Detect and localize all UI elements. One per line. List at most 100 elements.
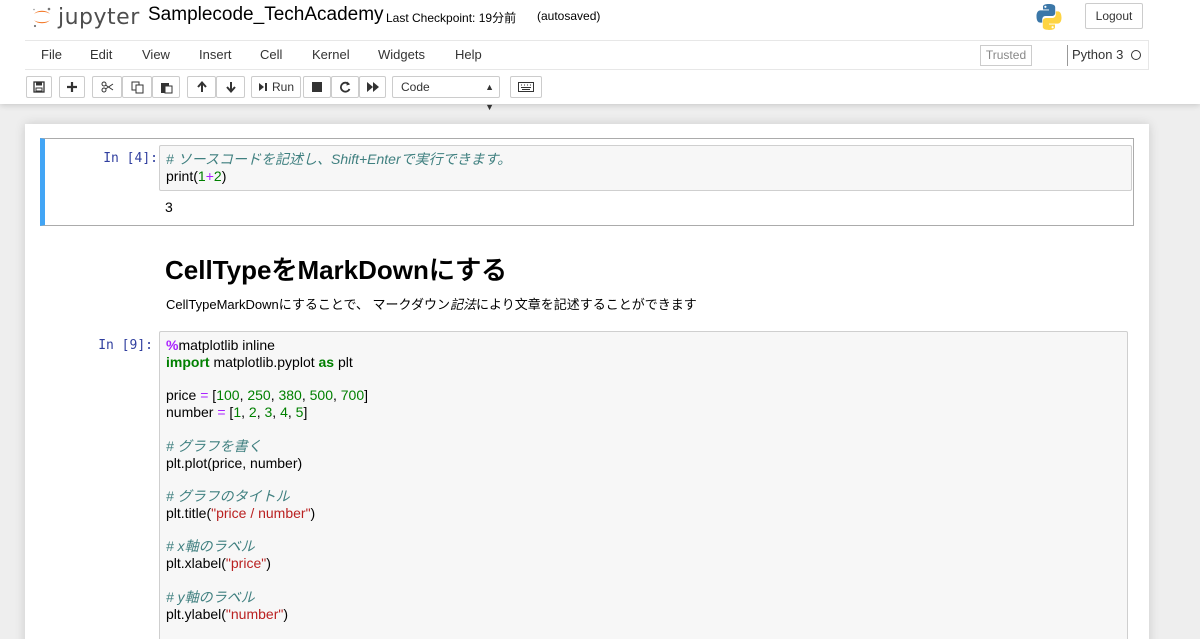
cell-type-value: Code bbox=[401, 80, 430, 94]
code-line: plt.ylabel("number") bbox=[166, 606, 288, 623]
code-token: plt.xlabel( bbox=[166, 555, 226, 571]
menu-insert[interactable]: Insert bbox=[199, 47, 232, 62]
code-comment: # x軸のラベル bbox=[166, 538, 255, 554]
code-keyword: as bbox=[318, 354, 335, 370]
menu-widgets[interactable]: Widgets bbox=[378, 47, 425, 62]
command-palette-button[interactable] bbox=[510, 76, 542, 98]
header: jupyter Samplecode_TechAcademy Last Chec… bbox=[0, 0, 1200, 112]
code-string: "price / number" bbox=[211, 505, 311, 521]
jupyter-logo[interactable]: jupyter bbox=[30, 4, 140, 30]
autosave-status: (autosaved) bbox=[537, 9, 601, 23]
code-token: price bbox=[166, 387, 201, 403]
toolbar: Run Code ▲ ▼ bbox=[0, 74, 1200, 112]
move-down-button[interactable] bbox=[216, 76, 245, 98]
code-cell-selected[interactable]: In [4]: # ソースコードを記述し、Shift+Enterで実行できます。… bbox=[40, 138, 1134, 226]
code-string: "price" bbox=[225, 555, 267, 571]
markdown-heading: CellTypeをMarkDownにする bbox=[165, 255, 508, 285]
menubar: File Edit View Insert Cell Kernel Widget… bbox=[25, 40, 1149, 70]
code-token: ) bbox=[283, 606, 289, 622]
code-number: 3 bbox=[264, 404, 273, 420]
copy-button[interactable] bbox=[122, 76, 152, 98]
code-comment: # グラフを書く bbox=[166, 438, 262, 454]
code-token: plt bbox=[334, 354, 353, 370]
notebook-container: In [4]: # ソースコードを記述し、Shift+Enterで実行できます。… bbox=[25, 124, 1149, 639]
code-line: %matplotlib inline bbox=[166, 337, 275, 354]
insert-cell-button[interactable] bbox=[59, 76, 85, 98]
code-line: # ソースコードを記述し、Shift+Enterで実行できます。 bbox=[166, 151, 511, 168]
input-prompt: In [9]: bbox=[98, 338, 153, 353]
menu-file[interactable]: File bbox=[41, 47, 62, 62]
plus-icon bbox=[67, 82, 77, 92]
arrow-up-icon bbox=[196, 81, 207, 92]
paste-button[interactable] bbox=[152, 76, 180, 98]
code-line: # y軸のラベル bbox=[166, 589, 255, 606]
run-icon bbox=[258, 83, 267, 91]
restart-run-all-button[interactable] bbox=[359, 76, 386, 98]
menu-edit[interactable]: Edit bbox=[90, 47, 112, 62]
code-line: number = [1, 2, 3, 4, 5] bbox=[166, 404, 308, 420]
code-keyword: import bbox=[166, 354, 210, 370]
interrupt-button[interactable] bbox=[303, 76, 331, 98]
code-number: 500 bbox=[309, 387, 333, 403]
code-comment: # y軸のラベル bbox=[166, 589, 255, 605]
select-caret-icon: ▲ ▼ bbox=[485, 82, 494, 112]
code-number: 250 bbox=[247, 387, 271, 403]
cell-type-select[interactable]: Code ▲ ▼ bbox=[392, 76, 500, 112]
checkpoint-status: Last Checkpoint: 19分前 bbox=[386, 11, 517, 25]
code-comment: # グラフのタイトル bbox=[166, 488, 290, 504]
code-token: plt.plot(price, number) bbox=[166, 455, 303, 471]
menu-view[interactable]: View bbox=[142, 47, 170, 62]
code-line: plt.xlabel("price") bbox=[166, 555, 271, 572]
menu-help[interactable]: Help bbox=[455, 47, 482, 62]
save-button[interactable] bbox=[26, 76, 52, 98]
code-line: # グラフを書く bbox=[166, 438, 262, 455]
python-logo-icon bbox=[1034, 2, 1064, 32]
input-prompt: In [4]: bbox=[103, 151, 158, 166]
code-token: ) bbox=[221, 168, 227, 184]
markdown-paragraph: CellTypeMarkDownにすることで、 マークダウン記法により文章を記述… bbox=[166, 294, 697, 313]
code-input-area[interactable]: %matplotlib inline import matplotlib.pyp… bbox=[159, 331, 1128, 639]
code-line: price = [100, 250, 380, 500, 700] bbox=[166, 387, 369, 403]
code-token: ] bbox=[364, 387, 369, 403]
restart-button[interactable] bbox=[331, 76, 359, 98]
code-line: # x軸のラベル bbox=[166, 538, 255, 555]
trusted-indicator[interactable]: Trusted bbox=[980, 45, 1032, 66]
cell-output: 3 bbox=[165, 199, 173, 215]
keyboard-icon bbox=[518, 82, 534, 92]
code-line: import matplotlib.pyplot as plt bbox=[166, 354, 353, 371]
arrow-down-icon bbox=[225, 82, 236, 93]
menu-kernel[interactable]: Kernel bbox=[312, 47, 350, 62]
code-number: 1 bbox=[197, 168, 206, 184]
run-button[interactable]: Run bbox=[251, 76, 301, 98]
kernel-name[interactable]: Python 3 bbox=[1072, 47, 1123, 62]
code-operator: + bbox=[205, 168, 214, 184]
markdown-text: により文章を記述することができます bbox=[476, 297, 697, 312]
code-token: ] bbox=[303, 404, 308, 420]
notebook-name[interactable]: Samplecode_TechAcademy bbox=[148, 4, 384, 26]
fast-forward-icon bbox=[366, 82, 379, 92]
stop-icon bbox=[312, 82, 322, 92]
code-input-area[interactable]: # ソースコードを記述し、Shift+Enterで実行できます。 print(1… bbox=[159, 145, 1132, 191]
cut-button[interactable] bbox=[92, 76, 122, 98]
jupyter-logo-icon bbox=[33, 7, 51, 28]
code-token: matplotlib.pyplot bbox=[209, 354, 319, 370]
code-comment: # ソースコードを記述し、Shift+Enterで実行できます。 bbox=[166, 151, 512, 167]
code-number: 2 bbox=[248, 404, 257, 420]
menu-cell[interactable]: Cell bbox=[260, 47, 282, 62]
cut-icon bbox=[101, 81, 113, 93]
code-token: plt.title( bbox=[166, 505, 212, 521]
code-line: plt.plot(price, number) bbox=[166, 455, 302, 472]
code-magic: % bbox=[166, 337, 179, 353]
code-token: matplotlib inline bbox=[178, 337, 275, 353]
logo-text: jupyter bbox=[58, 4, 140, 30]
code-line: print(1+2) bbox=[166, 168, 226, 185]
code-token: print( bbox=[166, 168, 198, 184]
run-label: Run bbox=[271, 80, 294, 94]
code-number: 2 bbox=[213, 168, 222, 184]
move-up-button[interactable] bbox=[187, 76, 216, 98]
logout-button[interactable]: Logout bbox=[1085, 3, 1143, 29]
code-operator: = bbox=[217, 404, 226, 420]
code-token: ) bbox=[266, 555, 271, 571]
code-line: plt.title("price / number") bbox=[166, 505, 315, 522]
kernel-separator bbox=[1067, 45, 1068, 66]
